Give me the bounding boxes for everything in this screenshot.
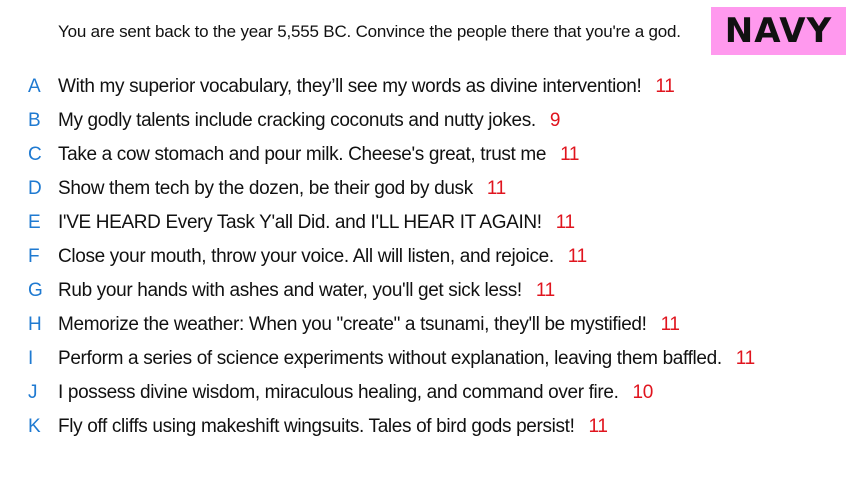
answer-letter: K (28, 416, 41, 437)
answer-text-content: My godly talents include cracking coconu… (58, 110, 536, 131)
answer-text: Take a cow stomach and pour milk. Cheese… (58, 144, 579, 166)
answer-text: Fly off cliffs using makeshift wingsuits… (58, 416, 608, 438)
answer-text-content: Close your mouth, throw your voice. All … (58, 246, 554, 267)
answer-letter: I (28, 348, 34, 369)
answer-letter: D (28, 178, 42, 199)
prompt-text: You are sent back to the year 5,555 BC. … (58, 22, 681, 41)
answer-text-content: Perform a series of science experiments … (58, 348, 722, 369)
answer-text: Show them tech by the dozen, be their go… (58, 178, 506, 200)
answer-score: 11 (567, 246, 587, 267)
answer-text-content: Show them tech by the dozen, be their go… (58, 178, 473, 199)
answer-score: 11 (555, 212, 575, 233)
answer-text: Memorize the weather: When you "create" … (58, 314, 680, 336)
answer-letter: A (28, 76, 41, 97)
answer-text: I'VE HEARD Every Task Y'all Did. and I'L… (58, 212, 575, 234)
answer-letter: F (28, 246, 40, 267)
answer-score: 11 (535, 280, 555, 301)
answer-score: 10 (632, 382, 654, 403)
answer-score: 11 (655, 76, 675, 97)
answer-text-content: With my superior vocabulary, they’ll see… (58, 76, 642, 97)
answer-text: Perform a series of science experiments … (58, 348, 755, 370)
answer-score: 11 (486, 178, 506, 199)
answer-letter: J (28, 382, 38, 403)
answer-text: I possess divine wisdom, miraculous heal… (58, 382, 653, 404)
answer-text: My godly talents include cracking coconu… (58, 110, 560, 132)
answer-letter: G (28, 280, 43, 301)
answer-score: 11 (588, 416, 608, 437)
answer-letter: H (28, 314, 42, 335)
answer-score: 9 (549, 110, 561, 131)
answer-text: Rub your hands with ashes and water, you… (58, 280, 555, 302)
answer-letter: C (28, 144, 42, 165)
answer-text-content: I'VE HEARD Every Task Y'all Did. and I'L… (58, 212, 542, 233)
answer-score: 11 (735, 348, 755, 369)
answer-letter: E (28, 212, 41, 233)
answer-text: With my superior vocabulary, they’ll see… (58, 76, 675, 98)
answer-text-content: I possess divine wisdom, miraculous heal… (58, 382, 619, 403)
answer-score: 11 (560, 144, 580, 165)
answer-score: 11 (660, 314, 680, 335)
answer-text-content: Rub your hands with ashes and water, you… (58, 280, 522, 301)
answer-text-content: Take a cow stomach and pour milk. Cheese… (58, 144, 547, 165)
team-badge: NAVY (711, 7, 846, 55)
answer-text: Close your mouth, throw your voice. All … (58, 246, 587, 268)
answer-text-content: Memorize the weather: When you "create" … (58, 314, 647, 335)
answer-letter: B (28, 110, 41, 131)
answer-text-content: Fly off cliffs using makeshift wingsuits… (58, 416, 575, 437)
